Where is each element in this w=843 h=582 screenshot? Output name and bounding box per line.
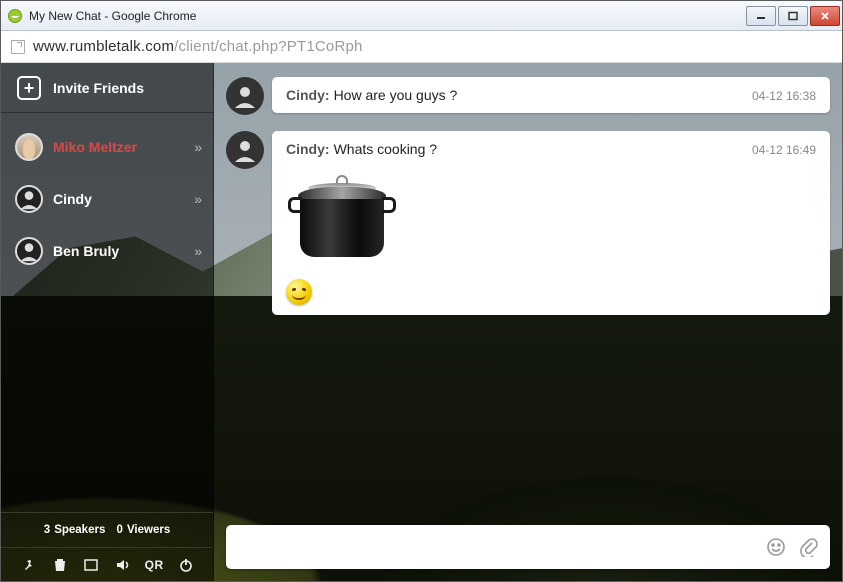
message-row: Cindy: Whats cooking ? 04-12 16:49: [226, 131, 830, 315]
app-favicon-icon: [7, 8, 23, 24]
pin-icon[interactable]: [18, 555, 38, 575]
message-attachment: [286, 171, 816, 305]
chevron-right-icon: »: [194, 191, 199, 207]
viewers-count: 0: [117, 524, 123, 536]
message-timestamp: 04-12 16:49: [752, 143, 816, 157]
message-input-bar: [226, 525, 830, 569]
attachment-icon[interactable]: [798, 537, 818, 557]
message-text: How are you guys ?: [334, 87, 458, 103]
url-path: /client/chat.php?PT1CoRph: [174, 38, 362, 55]
user-row-ben[interactable]: Ben Bruly »: [1, 225, 213, 277]
speakers-label: Speakers: [54, 524, 105, 536]
avatar: [226, 131, 264, 169]
avatar: [15, 133, 43, 161]
titlebar: My New Chat - Google Chrome: [1, 1, 842, 31]
message-bubble: Cindy: How are you guys ? 04-12 16:38: [272, 77, 830, 113]
speakers-count: 3: [44, 524, 50, 536]
pot-image[interactable]: [288, 171, 396, 261]
url-text: www.rumbletalk.com/client/chat.php?PT1Co…: [33, 38, 363, 55]
close-button[interactable]: [810, 6, 840, 26]
qr-button[interactable]: QR: [144, 555, 164, 575]
window-title: My New Chat - Google Chrome: [7, 8, 738, 24]
user-row-cindy[interactable]: Cindy »: [1, 173, 213, 225]
fullscreen-icon[interactable]: [81, 555, 101, 575]
avatar: [226, 77, 264, 115]
browser-window: My New Chat - Google Chrome www.rumbleta…: [0, 0, 843, 582]
avatar: [15, 185, 43, 213]
sidebar: + Invite Friends Miko Meltzer » Cindy » …: [1, 63, 214, 581]
page-icon: [11, 40, 25, 54]
smirk-emoji-icon: [286, 279, 312, 305]
chat-pane: Cindy: How are you guys ? 04-12 16:38 Ci…: [214, 63, 842, 581]
chat-app: + Invite Friends Miko Meltzer » Cindy » …: [1, 63, 842, 581]
message-bubble: Cindy: Whats cooking ? 04-12 16:49: [272, 131, 830, 315]
message-row: Cindy: How are you guys ? 04-12 16:38: [226, 77, 830, 115]
sidebar-footer: 3 Speakers 0 Viewers QR: [1, 512, 213, 581]
invite-label: Invite Friends: [53, 80, 144, 96]
power-icon[interactable]: [176, 555, 196, 575]
plus-icon: +: [17, 76, 41, 100]
minimize-button[interactable]: [746, 6, 776, 26]
window-buttons: [744, 6, 840, 26]
sidebar-toolbar: QR: [1, 547, 213, 581]
avatar: [15, 237, 43, 265]
user-list: Miko Meltzer » Cindy » Ben Bruly »: [1, 113, 213, 512]
invite-friends-button[interactable]: + Invite Friends: [1, 63, 213, 113]
url-host: www.rumbletalk.com: [33, 38, 174, 55]
user-name: Cindy: [53, 191, 184, 207]
message-input[interactable]: [238, 525, 754, 569]
chevron-right-icon: »: [194, 139, 199, 155]
user-name: Ben Bruly: [53, 243, 184, 259]
message-text: Whats cooking ?: [334, 141, 438, 157]
user-name: Miko Meltzer: [53, 139, 184, 155]
chevron-right-icon: »: [194, 243, 199, 259]
stats-bar: 3 Speakers 0 Viewers: [1, 513, 213, 547]
trash-icon[interactable]: [50, 555, 70, 575]
message-sender: Cindy:: [286, 141, 330, 157]
maximize-button[interactable]: [778, 6, 808, 26]
user-row-miko[interactable]: Miko Meltzer »: [1, 121, 213, 173]
viewers-label: Viewers: [127, 524, 170, 536]
window-title-text: My New Chat - Google Chrome: [29, 9, 196, 23]
sound-icon[interactable]: [113, 555, 133, 575]
message-sender: Cindy:: [286, 87, 330, 103]
messages-list: Cindy: How are you guys ? 04-12 16:38 Ci…: [214, 63, 842, 525]
address-bar[interactable]: www.rumbletalk.com/client/chat.php?PT1Co…: [1, 31, 842, 63]
emoji-picker-icon[interactable]: [766, 537, 786, 557]
message-timestamp: 04-12 16:38: [752, 89, 816, 103]
